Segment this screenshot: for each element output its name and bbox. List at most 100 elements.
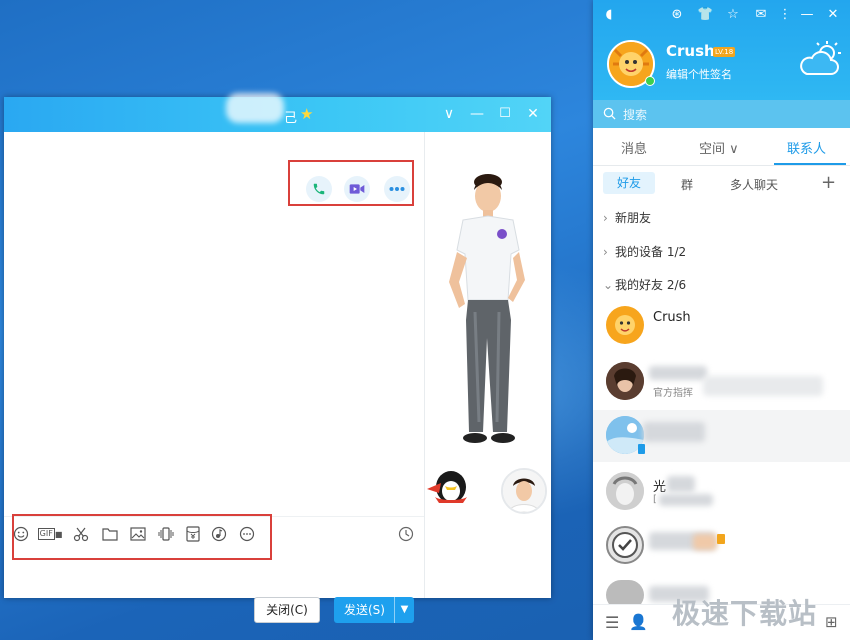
- subtab-multi-chat[interactable]: 多人聊天: [730, 176, 778, 193]
- contact-status-text: 官方指挥: [653, 388, 693, 399]
- self-avatar[interactable]: [501, 468, 547, 514]
- group-my-friends[interactable]: ⌄ 我的好友 2/6: [603, 276, 686, 293]
- group-my-devices[interactable]: › 我的设备 1/2: [603, 243, 686, 260]
- tab-qzone[interactable]: 空间 ∨: [699, 138, 739, 157]
- music-button[interactable]: [210, 525, 228, 543]
- contact-search-bar[interactable]: 搜索: [593, 100, 850, 128]
- phone-icon: [313, 183, 325, 195]
- contact-avatar: [606, 362, 644, 400]
- signature-edit[interactable]: 编辑个性签名: [666, 66, 732, 82]
- group-label: 新朋友: [615, 211, 652, 225]
- history-button[interactable]: [398, 526, 414, 542]
- smile-icon: [13, 526, 29, 542]
- subtab-friends[interactable]: 好友: [603, 172, 655, 194]
- screenshot-button[interactable]: [72, 525, 90, 543]
- chat-message-area: GIF ■ 关闭(C) 发送(S) ▼: [4, 132, 424, 623]
- boy-face-icon: [503, 470, 545, 512]
- apps-grid-icon[interactable]: ⊞: [825, 613, 838, 631]
- add-friend-icon[interactable]: 👤: [629, 613, 648, 631]
- avatar-cartoon-icon: [615, 315, 635, 335]
- tab-contacts[interactable]: 联系人: [787, 138, 826, 157]
- shake-icon: [158, 527, 174, 541]
- avatar-gray-icon: [606, 472, 644, 510]
- voice-call-button[interactable]: [306, 176, 332, 202]
- qq-profile-header: ◖ ⊛ 👕 ☆ ✉ ⋮ — ✕ Crush LV.18 编辑个性签名: [593, 0, 850, 100]
- avatar-figure-image: [449, 174, 525, 443]
- music-icon: [211, 526, 227, 542]
- video-call-button[interactable]: [344, 176, 370, 202]
- maximize-button[interactable]: ☐: [496, 105, 514, 123]
- subtab-groups[interactable]: 群: [681, 176, 693, 193]
- skin-shirt-icon[interactable]: 👕: [697, 7, 713, 23]
- blurred-name: [703, 376, 823, 396]
- chevron-down-icon[interactable]: ∨: [440, 105, 458, 123]
- contact-avatar: [606, 306, 644, 344]
- group-new-friends[interactable]: › 新朋友: [603, 209, 651, 226]
- more-options-button[interactable]: [384, 176, 410, 202]
- mobile-status-icon: [638, 444, 645, 454]
- video-camera-icon: [349, 184, 365, 194]
- clock-avatar-icon: [612, 532, 638, 558]
- red-packet-button[interactable]: [184, 525, 202, 543]
- vip-star-icon[interactable]: ☆: [725, 7, 741, 23]
- file-button[interactable]: [101, 525, 119, 543]
- close-window-button[interactable]: ✕: [524, 105, 542, 123]
- gif-button[interactable]: GIF ■: [37, 525, 62, 543]
- contact-avatar: [606, 526, 644, 564]
- mail-icon[interactable]: ✉: [753, 7, 769, 23]
- chat-title-bar[interactable]: 己 ★ ∨ — ☐ ✕: [4, 93, 551, 132]
- contact-avatar: [606, 472, 644, 510]
- qq-logo-icon: ◖: [605, 7, 613, 22]
- chevron-right-icon: ›: [603, 245, 608, 259]
- search-input[interactable]: 搜索: [623, 106, 647, 123]
- toolbar-more-button[interactable]: [238, 525, 256, 543]
- minimize-panel-button[interactable]: —: [799, 7, 815, 23]
- chat-title-text: 己: [284, 111, 298, 126]
- close-chat-button[interactable]: 关闭(C): [254, 597, 320, 623]
- blurred-name: [643, 422, 705, 442]
- scissors-icon: [73, 527, 89, 542]
- emoji-button[interactable]: [12, 525, 30, 543]
- chevron-down-icon: ⌄: [603, 278, 614, 292]
- image-button[interactable]: [129, 525, 147, 543]
- contact-status-text: [: [653, 494, 657, 505]
- add-contact-button[interactable]: +: [821, 172, 836, 193]
- clock-icon: [398, 526, 414, 542]
- main-menu-icon[interactable]: ☰: [605, 613, 619, 632]
- minimize-button[interactable]: —: [468, 105, 486, 123]
- more-icon: [389, 187, 405, 191]
- blurred-contact-name: [226, 93, 284, 123]
- contact-name: 光: [653, 480, 667, 495]
- tab-messages[interactable]: 消息: [621, 138, 647, 157]
- gif-icon: GIF: [37, 528, 55, 540]
- red-packet-icon: [186, 526, 200, 542]
- blurred-status: [659, 494, 713, 506]
- send-button[interactable]: 发送(S) ▼: [334, 597, 414, 623]
- search-icon: [603, 107, 616, 120]
- contact-row[interactable]: Crush: [593, 300, 850, 352]
- more-circle-icon: [239, 526, 255, 542]
- qq-main-panel: ◖ ⊛ 👕 ☆ ✉ ⋮ — ✕ Crush LV.18 编辑个性签名 搜索 消息…: [593, 0, 850, 640]
- group-label: 我的好友 2/6: [615, 278, 687, 292]
- chevron-right-icon: ›: [603, 211, 608, 225]
- weather-cloud-icon[interactable]: [797, 40, 843, 78]
- profile-username[interactable]: Crush: [666, 42, 715, 60]
- menu-dots-icon[interactable]: ⋮: [777, 7, 793, 23]
- blurred-name: [649, 366, 707, 380]
- close-panel-button[interactable]: ✕: [825, 7, 841, 23]
- qq-penguin-icon: [427, 471, 467, 503]
- app-center-icon[interactable]: ⊛: [669, 7, 685, 23]
- contact-row[interactable]: 官方指挥: [593, 356, 850, 408]
- folder-icon: [102, 528, 118, 541]
- blurred-badge: [693, 534, 717, 550]
- send-options-dropdown[interactable]: ▼: [394, 597, 414, 623]
- group-label: 我的设备 1/2: [615, 245, 687, 259]
- contact-row[interactable]: 光 [: [593, 466, 850, 518]
- image-icon: [130, 527, 146, 541]
- blurred-name: [667, 476, 695, 492]
- contact-row[interactable]: [593, 520, 850, 572]
- chat-window: 己 ★ ∨ — ☐ ✕ GIF ■ 关闭(C) 发送(S) ▼: [4, 93, 551, 623]
- shake-button[interactable]: [157, 525, 175, 543]
- star-icon: ★: [300, 105, 314, 123]
- contact-row-selected[interactable]: [593, 410, 850, 462]
